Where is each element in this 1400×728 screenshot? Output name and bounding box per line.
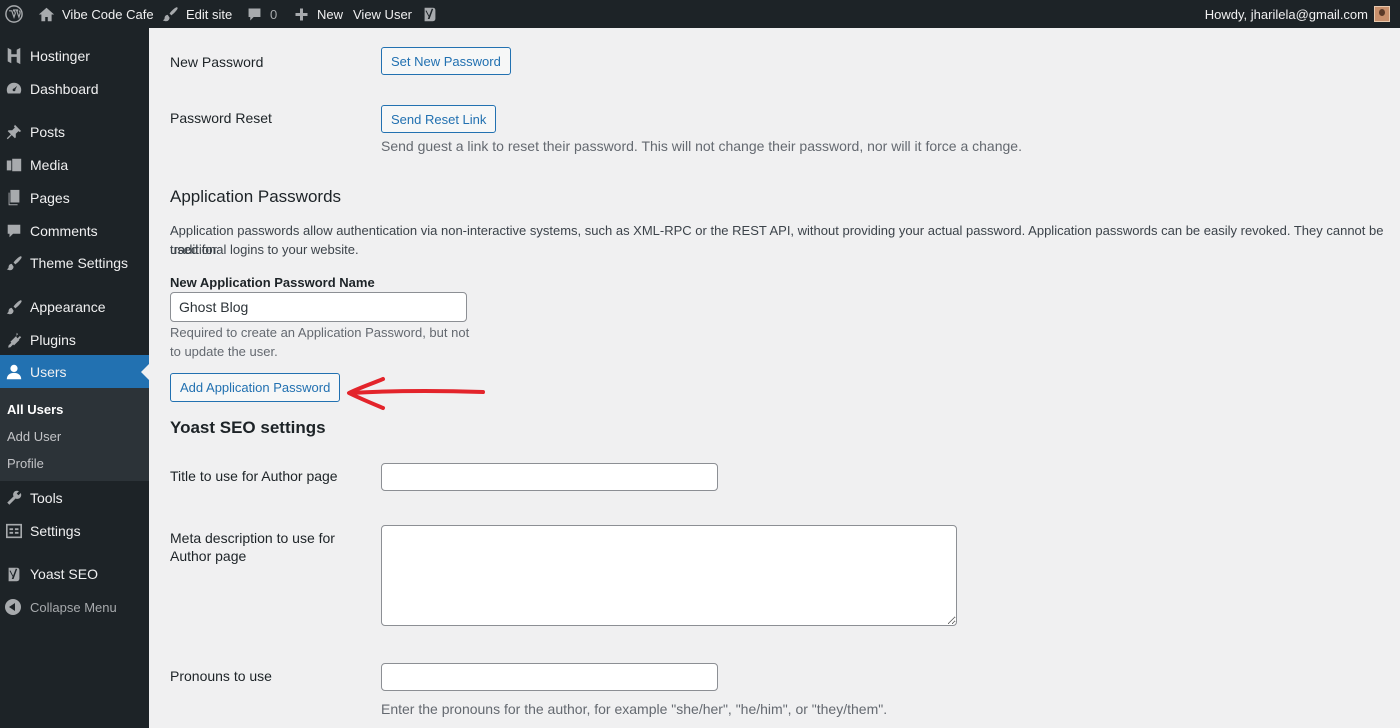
yoast-icon bbox=[4, 564, 24, 584]
sidebar-item-appearance[interactable]: Appearance bbox=[0, 290, 149, 324]
my-account-menu[interactable]: Howdy, jharilela@gmail.com bbox=[1205, 0, 1390, 28]
user-icon bbox=[4, 362, 24, 382]
wordpress-logo-icon bbox=[4, 4, 24, 24]
pin-icon bbox=[4, 122, 24, 142]
sidebar-item-tools[interactable]: Tools bbox=[0, 481, 149, 515]
password-reset-label: Password Reset bbox=[170, 110, 272, 126]
sidebar-item-label: Settings bbox=[30, 523, 81, 539]
edit-site-link[interactable]: Edit site bbox=[160, 0, 232, 28]
sidebar-item-media[interactable]: Media bbox=[0, 148, 149, 182]
avatar bbox=[1374, 6, 1390, 22]
annotation-arrow-icon bbox=[347, 377, 485, 410]
new-label: New bbox=[317, 6, 344, 22]
comment-icon bbox=[4, 221, 24, 241]
pages-icon bbox=[4, 188, 24, 208]
new-password-label: New Password bbox=[170, 54, 264, 70]
wrench-icon bbox=[4, 488, 24, 508]
sidebar-item-label: Appearance bbox=[30, 299, 106, 315]
plug-icon bbox=[4, 330, 24, 350]
dashboard-icon bbox=[4, 79, 24, 99]
pronouns-description: Enter the pronouns for the author, for e… bbox=[381, 701, 888, 717]
application-passwords-description-line2: traditional logins to your website. bbox=[170, 242, 359, 257]
users-submenu: All Users Add User Profile bbox=[0, 388, 149, 481]
admin-sidebar: Hostinger Dashboard Posts Media Pages Co… bbox=[0, 28, 149, 728]
settings-icon bbox=[4, 521, 24, 541]
meta-description-label-line1: Meta description to use for bbox=[170, 530, 335, 546]
edit-site-label: Edit site bbox=[186, 6, 233, 22]
yoast-icon bbox=[420, 4, 440, 24]
submenu-item-all-users[interactable]: All Users bbox=[7, 402, 63, 417]
collapse-menu-button[interactable]: Collapse Menu bbox=[0, 596, 149, 618]
sidebar-item-users[interactable]: Users bbox=[0, 355, 149, 389]
sidebar-item-settings[interactable]: Settings bbox=[0, 514, 149, 548]
hostinger-icon bbox=[4, 46, 24, 66]
wordpress-logo-button[interactable] bbox=[4, 0, 30, 28]
sidebar-item-plugins[interactable]: Plugins bbox=[0, 323, 149, 357]
yoast-seo-settings-heading: Yoast SEO settings bbox=[170, 418, 326, 437]
sidebar-item-label: Plugins bbox=[30, 332, 76, 348]
view-user-link[interactable]: View User bbox=[353, 0, 412, 28]
site-name-link[interactable]: Vibe Code Cafe bbox=[36, 0, 154, 28]
comment-icon bbox=[244, 4, 264, 24]
new-app-password-name-label: New Application Password Name bbox=[170, 275, 375, 290]
sidebar-item-yoast-seo[interactable]: Yoast SEO bbox=[0, 557, 149, 591]
sidebar-item-label: Posts bbox=[30, 124, 66, 140]
howdy-label: Howdy, jharilela@gmail.com bbox=[1204, 6, 1368, 22]
title-author-page-input[interactable] bbox=[381, 463, 718, 491]
sidebar-item-label: Theme Settings bbox=[30, 255, 129, 271]
meta-description-label-line2: Author page bbox=[170, 548, 247, 564]
sidebar-item-label: Pages bbox=[30, 190, 70, 206]
brush-icon bbox=[160, 4, 180, 24]
new-app-password-name-input[interactable] bbox=[170, 292, 467, 322]
app-password-hint-line1: Required to create an Application Passwo… bbox=[170, 325, 470, 340]
home-icon bbox=[36, 4, 56, 24]
submenu-item-profile[interactable]: Profile bbox=[7, 456, 44, 471]
sidebar-item-pages[interactable]: Pages bbox=[0, 181, 149, 215]
pronouns-label: Pronouns to use bbox=[170, 668, 272, 684]
sidebar-item-label: Users bbox=[30, 364, 67, 380]
collapse-arrow-icon bbox=[5, 599, 21, 615]
pronouns-input[interactable] bbox=[381, 663, 718, 691]
sidebar-item-hostinger[interactable]: Hostinger bbox=[0, 39, 149, 73]
comments-link[interactable]: 0 bbox=[244, 0, 277, 28]
password-reset-description: Send guest a link to reset their passwor… bbox=[381, 138, 1022, 154]
sidebar-item-label: Tools bbox=[30, 490, 63, 506]
brush-icon bbox=[4, 253, 24, 273]
title-author-page-label: Title to use for Author page bbox=[170, 468, 338, 484]
add-application-password-button[interactable]: Add Application Password bbox=[170, 373, 341, 402]
application-passwords-heading: Application Passwords bbox=[170, 187, 342, 206]
collapse-menu-label: Collapse Menu bbox=[30, 599, 117, 615]
set-new-password-button[interactable]: Set New Password bbox=[381, 47, 511, 75]
sidebar-item-label: Dashboard bbox=[30, 81, 99, 97]
app-password-hint-line2: to update the user. bbox=[170, 344, 278, 359]
submenu-item-add-user[interactable]: Add User bbox=[7, 429, 61, 444]
meta-description-textarea[interactable] bbox=[381, 525, 957, 626]
sidebar-item-comments[interactable]: Comments bbox=[0, 214, 149, 248]
plus-icon bbox=[291, 4, 311, 24]
sidebar-item-dashboard[interactable]: Dashboard bbox=[0, 72, 149, 106]
brush-icon bbox=[4, 297, 24, 317]
media-icon bbox=[4, 155, 24, 175]
send-reset-link-button[interactable]: Send Reset Link bbox=[381, 105, 497, 133]
sidebar-item-label: Comments bbox=[30, 223, 98, 239]
sidebar-item-label: Hostinger bbox=[30, 48, 90, 64]
yoast-adminbar-button[interactable] bbox=[420, 0, 446, 28]
sidebar-item-label: Yoast SEO bbox=[30, 566, 98, 582]
sidebar-item-label: Media bbox=[30, 157, 69, 173]
site-name-label: Vibe Code Cafe bbox=[62, 6, 154, 22]
sidebar-item-theme-settings[interactable]: Theme Settings bbox=[0, 246, 149, 280]
new-content-link[interactable]: New bbox=[291, 0, 343, 28]
comments-count: 0 bbox=[270, 6, 278, 22]
admin-bar: Vibe Code Cafe Edit site 0 New View User… bbox=[0, 0, 1400, 28]
view-user-label: View User bbox=[353, 6, 413, 22]
sidebar-item-posts[interactable]: Posts bbox=[0, 115, 149, 149]
